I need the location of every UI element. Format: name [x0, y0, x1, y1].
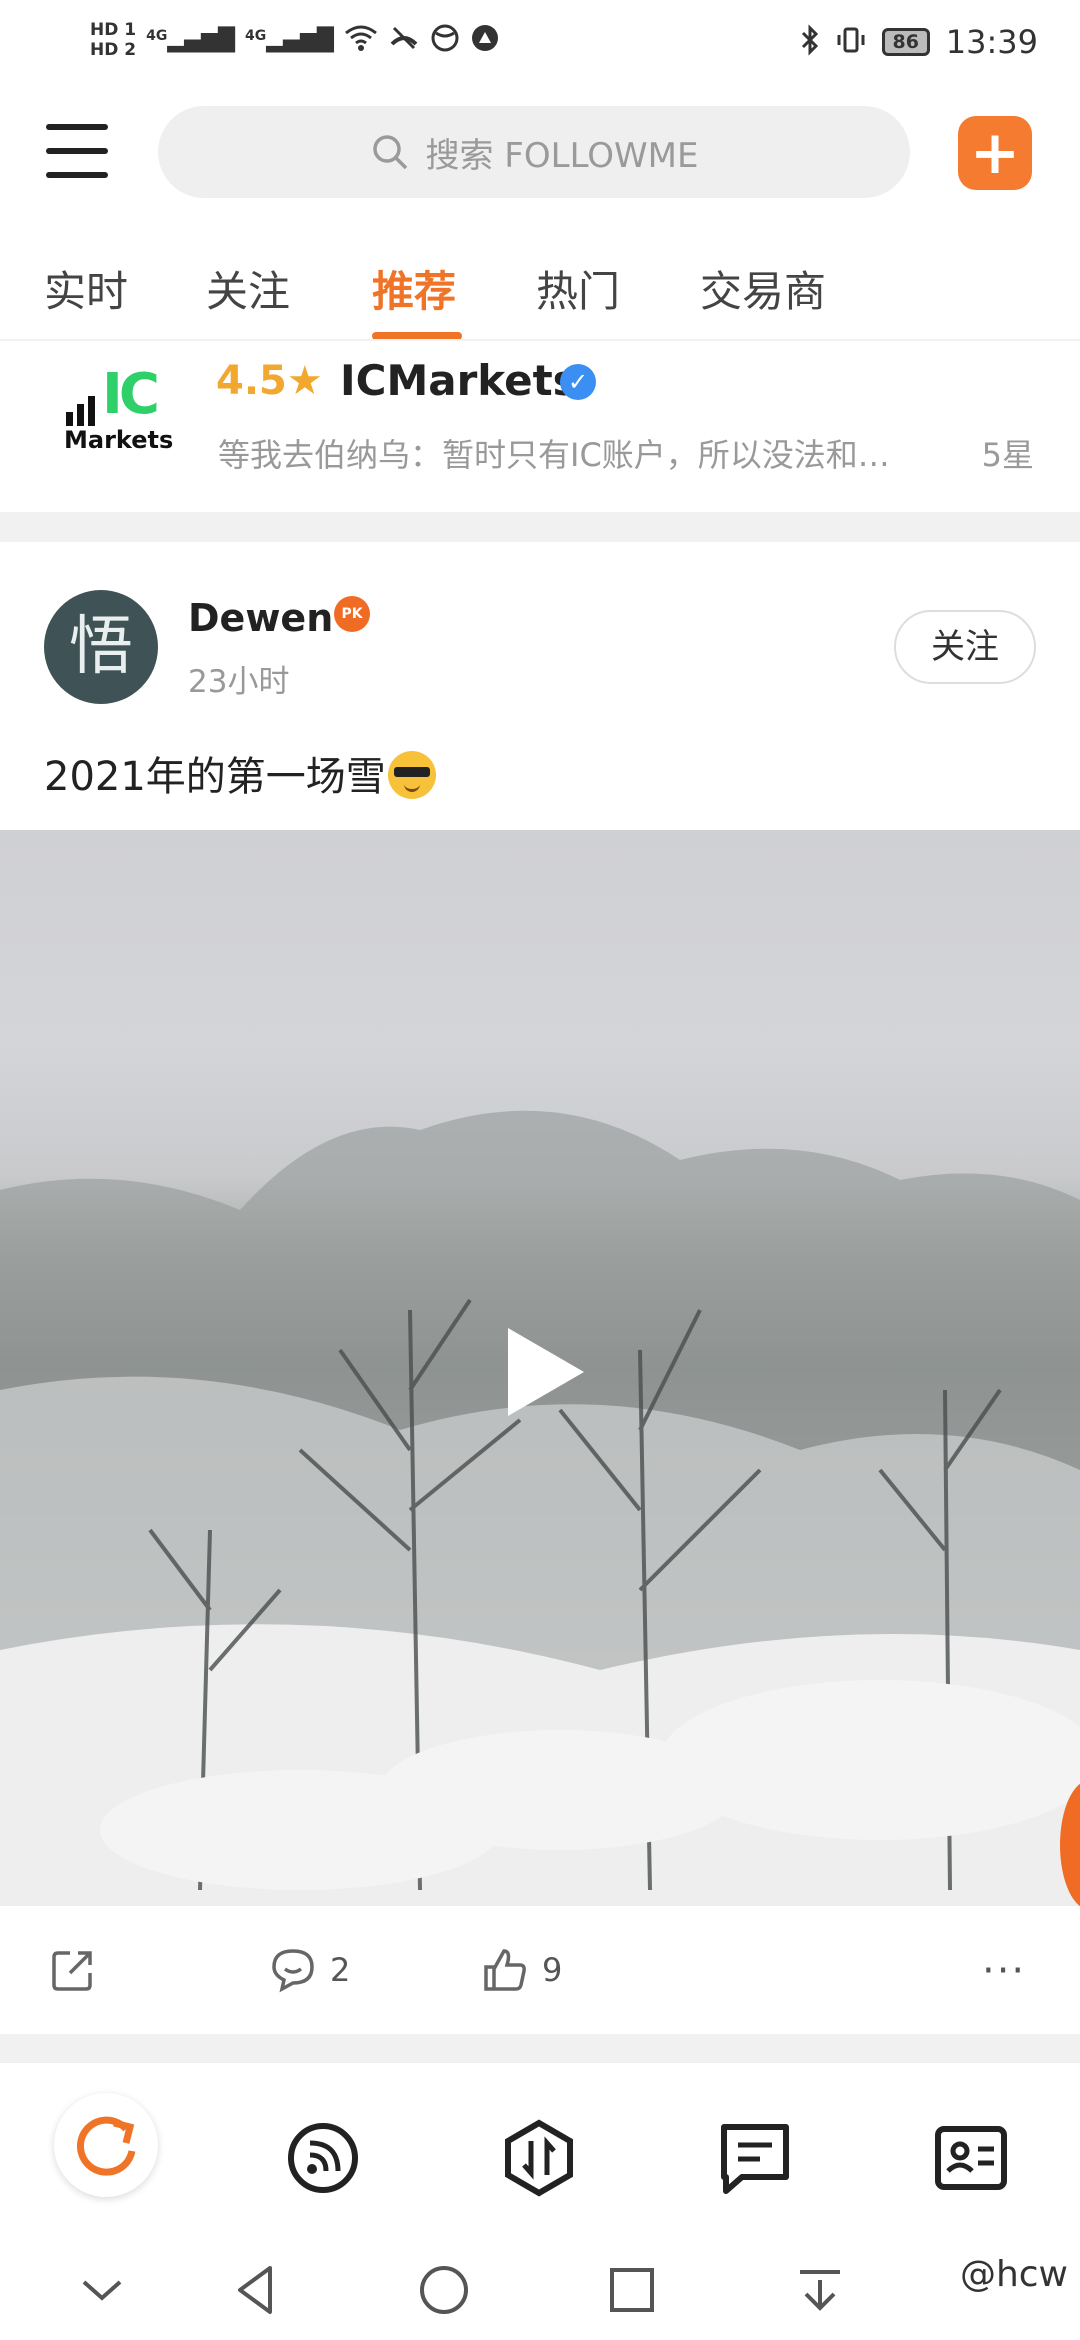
share-button[interactable] [50, 1940, 96, 2000]
comment-button[interactable]: 2 [270, 1940, 350, 2000]
vibrate-icon [836, 25, 866, 59]
notification-pull-icon[interactable] [790, 2260, 850, 2320]
broker-review[interactable]: 等我去伯纳乌：暂时只有IC账户，所以没法和… [218, 430, 958, 476]
tab-divider [0, 339, 1080, 341]
back-icon[interactable] [226, 2260, 286, 2320]
tab-bar: 实时 关注 推荐 热门 交易商 [0, 240, 1080, 340]
hd-indicator: HD 1 HD 2 [90, 20, 136, 60]
bluetooth-icon [800, 24, 820, 60]
comment-icon [272, 1949, 314, 1993]
section-divider-bottom [0, 2034, 1080, 2064]
app-notify-icon [470, 23, 500, 57]
tab-recommended[interactable]: 推荐 [372, 258, 456, 319]
like-count: 9 [542, 1951, 563, 1989]
follow-button[interactable]: 关注 [894, 610, 1036, 684]
author-name[interactable]: Dewen [188, 596, 333, 640]
search-placeholder: 搜索 FOLLOWME [425, 135, 699, 176]
globe-icon [430, 23, 460, 57]
wifi-icon [344, 23, 378, 57]
section-divider [0, 512, 1080, 542]
menu-icon[interactable] [46, 124, 110, 180]
post-text[interactable]: 2021年的第一场雪 [44, 744, 436, 803]
message-icon[interactable] [712, 2115, 798, 2201]
post-text-content: 2021年的第一场雪 [44, 754, 386, 800]
status-right: 86 13:39 [800, 14, 1038, 70]
collapse-icon[interactable] [72, 2260, 132, 2320]
tab-brokers[interactable]: 交易商 [700, 258, 826, 319]
sunglasses-emoji-icon [387, 751, 436, 799]
trade-icon[interactable] [496, 2115, 582, 2201]
tab-realtime[interactable]: 实时 [44, 258, 128, 319]
hd2-label: HD 2 [90, 40, 137, 60]
signal2-icon: 4G▂▄▆█ [245, 27, 334, 53]
refresh-icon[interactable] [54, 2093, 158, 2197]
recent-apps-icon[interactable] [602, 2260, 662, 2320]
verified-icon: ✓ [560, 364, 596, 400]
share-icon [52, 1951, 92, 1991]
logo-bars [66, 396, 95, 426]
home-icon[interactable] [414, 2260, 474, 2320]
watermark: @hcw [959, 2254, 1068, 2295]
hd1-label: HD 1 [90, 20, 137, 40]
more-options-icon[interactable]: ··· [982, 1948, 1026, 1994]
thumbs-up-icon [484, 1949, 526, 1991]
comment-count: 2 [330, 1951, 351, 1989]
clock: 13:39 [945, 23, 1038, 61]
search-icon [372, 135, 407, 170]
broker-rating: 4.5★ [216, 358, 323, 404]
bottom-nav [0, 2062, 1080, 2259]
logo-subtext: Markets [64, 426, 174, 454]
tab-following[interactable]: 关注 [206, 258, 290, 319]
video-thumbnail[interactable] [0, 830, 1080, 1906]
add-button[interactable]: + [958, 116, 1032, 190]
tab-hot[interactable]: 热门 [536, 258, 620, 319]
profile-card-icon[interactable] [928, 2115, 1014, 2201]
status-bar: HD 1 HD 2 4G▂▄▆█ 4G▂▄▆█ 86 13:39 [0, 0, 1080, 80]
search-input[interactable]: 搜索 FOLLOWME [158, 106, 910, 198]
like-button[interactable]: 9 [482, 1940, 562, 2000]
icmarkets-logo[interactable]: IC Markets [58, 362, 174, 464]
logo-text: IC [102, 362, 160, 427]
battery-icon: 86 [881, 28, 930, 56]
broker-name[interactable]: ICMarkets [340, 356, 578, 405]
pk-badge-icon: PK [334, 596, 370, 632]
avatar[interactable]: 悟 [44, 590, 158, 704]
play-icon[interactable] [508, 1328, 584, 1416]
review-stars: 5星 [981, 436, 1034, 474]
signal1-icon: 4G▂▄▆█ [146, 27, 236, 53]
feed-icon[interactable] [280, 2115, 366, 2201]
status-left: HD 1 HD 2 4G▂▄▆█ 4G▂▄▆█ [90, 10, 500, 70]
system-nav [0, 2240, 1080, 2340]
post-time: 23小时 [188, 664, 290, 700]
no-call-icon [388, 24, 420, 56]
